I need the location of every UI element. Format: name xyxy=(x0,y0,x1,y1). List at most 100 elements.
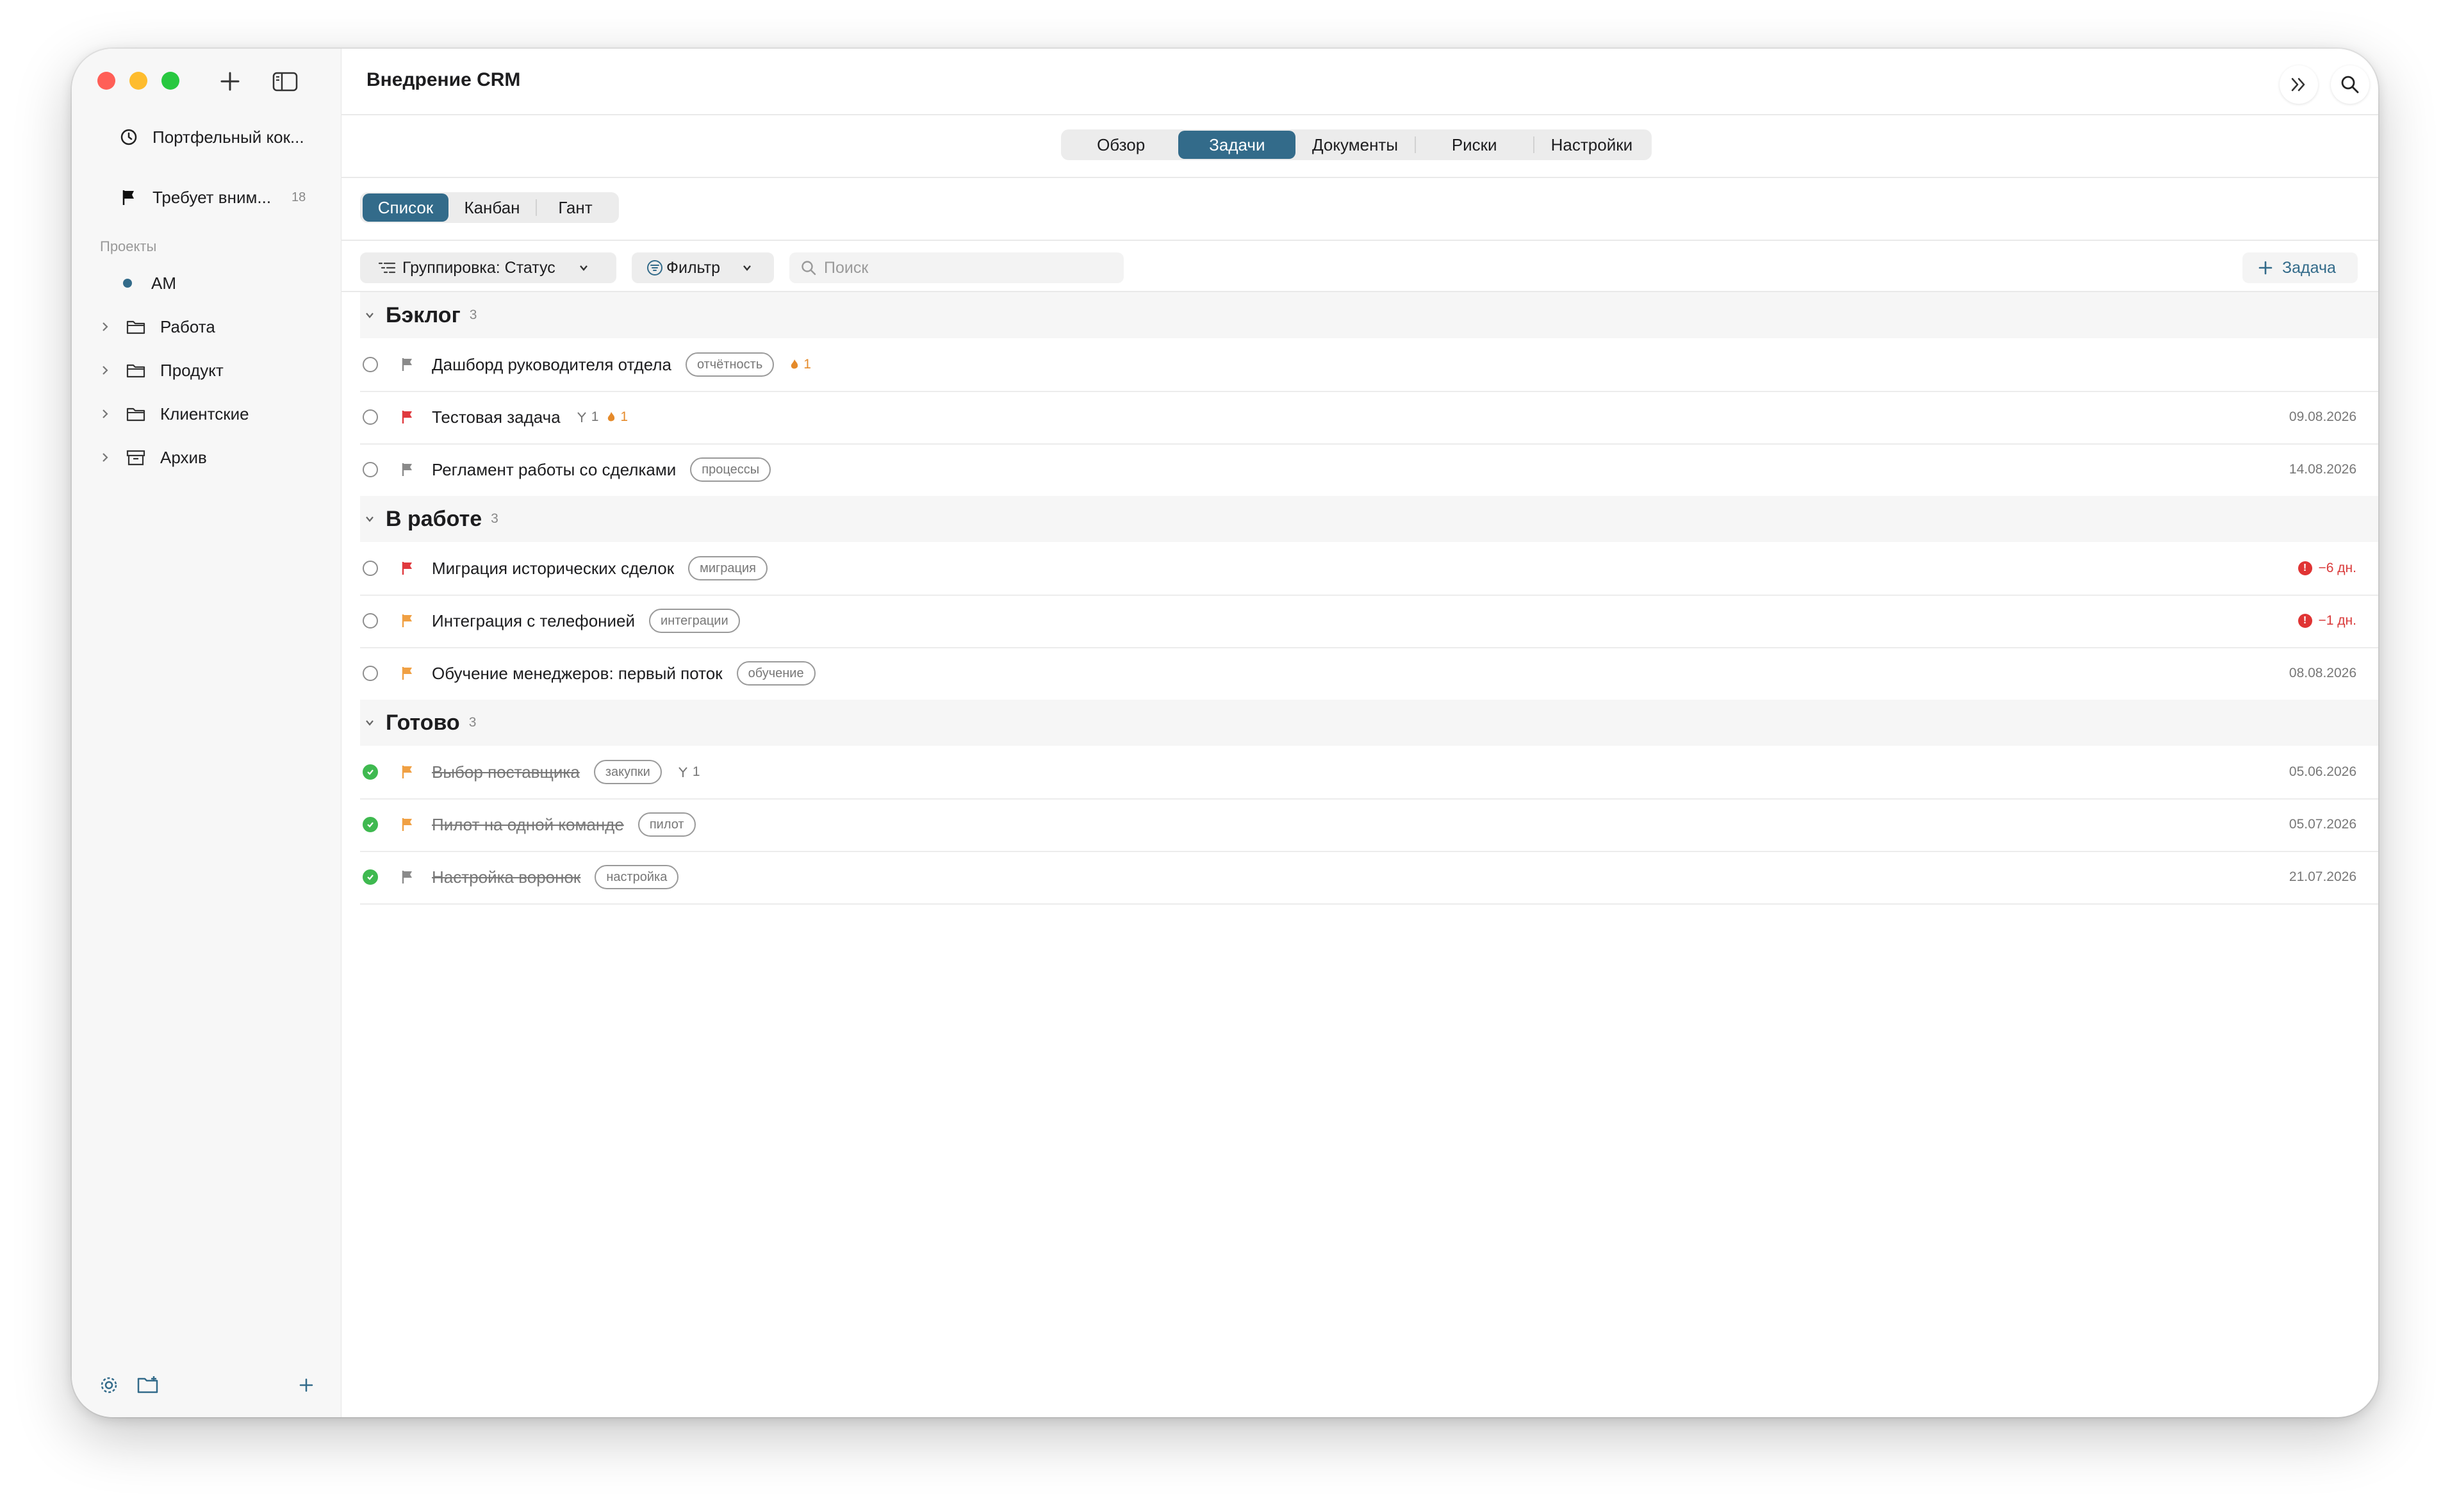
expand-panel-button[interactable] xyxy=(2280,65,2318,104)
task-tag[interactable]: процессы xyxy=(690,457,771,482)
sidebar-folder-product[interactable]: Продукт xyxy=(100,356,224,384)
checkmark-icon xyxy=(367,875,374,880)
task-tag[interactable]: настройка xyxy=(595,865,679,889)
flag-icon[interactable] xyxy=(400,357,415,372)
chevron-down-icon[interactable] xyxy=(360,309,379,322)
task-row[interactable]: Миграция исторических сделок миграция ! −… xyxy=(360,542,2378,596)
chevron-down-icon xyxy=(579,265,588,271)
sidebar-item-attention[interactable]: Требует вним... 18 xyxy=(118,182,306,213)
settings-gear-icon[interactable] xyxy=(97,1374,120,1400)
new-item-button[interactable] xyxy=(215,67,245,96)
task-row[interactable]: Дашборд руководителя отдела отчётность 1 xyxy=(360,338,2378,392)
task-row[interactable]: Интеграция с телефонией интеграции ! −1 д… xyxy=(360,595,2378,648)
chevron-right-icon[interactable] xyxy=(100,451,114,464)
subtasks-indicator: 1 xyxy=(677,764,700,780)
folder-icon xyxy=(126,361,147,380)
flag-icon[interactable] xyxy=(400,817,415,832)
task-row[interactable]: Пилот на одной команде пилот 05.07.2026 xyxy=(360,798,2378,852)
new-folder-icon[interactable] xyxy=(136,1374,161,1400)
chevron-right-icon[interactable] xyxy=(100,407,114,420)
task-checkbox[interactable] xyxy=(363,462,378,477)
task-tag[interactable]: пилот xyxy=(637,812,696,837)
project-label: AM xyxy=(151,273,176,293)
view-gantt[interactable]: Гант xyxy=(537,193,614,222)
grouping-dropdown[interactable]: Группировка: Статус xyxy=(360,252,616,283)
add-task-button[interactable]: Задача xyxy=(2242,252,2358,283)
overdue-text: −6 дн. xyxy=(2318,561,2356,575)
sidebar: Портфельный кок... Требует вним... 18 Пр… xyxy=(72,49,341,1417)
toggle-sidebar-button[interactable] xyxy=(270,67,300,96)
group-header-done[interactable]: Готово 3 xyxy=(360,700,2378,746)
tab-risks[interactable]: Риски xyxy=(1416,131,1533,159)
task-checkbox[interactable] xyxy=(363,409,378,425)
flag-icon xyxy=(118,186,140,208)
view-kanban[interactable]: Канбан xyxy=(448,193,536,222)
chevron-down-icon[interactable] xyxy=(360,513,379,525)
sidebar-folder-work[interactable]: Работа xyxy=(100,313,215,341)
search-icon xyxy=(2341,76,2359,94)
main-content: Внедрение CRM Обзор Задачи Документы Рис… xyxy=(341,49,2378,1417)
flag-icon[interactable] xyxy=(400,869,415,885)
tab-documents[interactable]: Документы xyxy=(1295,131,1414,159)
flag-icon[interactable] xyxy=(400,666,415,681)
sidebar-footer xyxy=(97,1374,318,1399)
filter-dropdown[interactable]: Фильтр xyxy=(632,252,774,283)
task-checkbox[interactable] xyxy=(363,357,378,372)
flag-icon[interactable] xyxy=(400,409,415,425)
group-header-backlog[interactable]: Бэклог 3 xyxy=(360,292,2378,338)
title-divider xyxy=(341,114,2378,115)
task-tag[interactable]: отчётность xyxy=(685,352,775,377)
task-row[interactable]: Выбор поставщика закупки 1 05.06.2026 xyxy=(360,746,2378,800)
tab-label: Документы xyxy=(1312,135,1399,154)
sidebar-project-am[interactable]: AM xyxy=(123,269,176,297)
minimize-window-button[interactable] xyxy=(129,72,147,90)
chevron-down-icon xyxy=(743,265,751,271)
window-controls xyxy=(97,72,179,90)
flag-icon[interactable] xyxy=(400,764,415,780)
task-row[interactable]: Тестовая задача 1 1 09.08.2026 xyxy=(360,391,2378,445)
zoom-window-button[interactable] xyxy=(161,72,179,90)
list-icon xyxy=(378,262,396,274)
sidebar-item-portfolio[interactable]: Портфельный кок... xyxy=(118,122,304,152)
group-header-in-progress[interactable]: В работе 3 xyxy=(360,496,2378,542)
task-tag[interactable]: обучение xyxy=(736,661,816,686)
task-checkbox[interactable] xyxy=(363,666,378,681)
chevron-down-icon[interactable] xyxy=(360,716,379,729)
flag-icon[interactable] xyxy=(400,613,415,629)
task-name: Регламент работы со сделками xyxy=(432,459,677,479)
alert-icon: ! xyxy=(2298,614,2312,628)
view-label: Канбан xyxy=(464,197,520,217)
flag-icon[interactable] xyxy=(400,462,415,477)
view-list[interactable]: Список xyxy=(363,193,448,222)
close-window-button[interactable] xyxy=(97,72,115,90)
task-checkbox-checked[interactable] xyxy=(363,764,378,780)
task-row[interactable]: Регламент работы со сделками процессы 14… xyxy=(360,443,2378,497)
task-checkbox[interactable] xyxy=(363,561,378,576)
global-search-button[interactable] xyxy=(2331,65,2369,104)
view-switcher: Список Канбан Гант xyxy=(360,192,619,223)
chevron-right-icon[interactable] xyxy=(100,364,114,377)
due-date: 21.07.2026 xyxy=(2289,869,2356,884)
sidebar-folder-clients[interactable]: Клиентские xyxy=(100,400,249,428)
tab-settings[interactable]: Настройки xyxy=(1534,131,1649,159)
task-tag[interactable]: миграция xyxy=(688,556,768,580)
subtask-branch-icon xyxy=(577,412,586,422)
task-tag[interactable]: интеграции xyxy=(649,609,740,633)
overdue-text: −1 дн. xyxy=(2318,613,2356,628)
chevron-right-icon[interactable] xyxy=(100,320,114,333)
task-checkbox[interactable] xyxy=(363,613,378,629)
task-tag[interactable]: закупки xyxy=(593,760,662,784)
tab-tasks[interactable]: Задачи xyxy=(1178,131,1296,159)
folder-icon xyxy=(126,317,147,336)
tab-overview[interactable]: Обзор xyxy=(1064,131,1178,159)
add-project-icon[interactable] xyxy=(295,1374,318,1400)
task-row[interactable]: Обучение менеджеров: первый поток обучен… xyxy=(360,647,2378,701)
task-row[interactable]: Настройка воронок настройка 21.07.2026 xyxy=(360,851,2378,905)
task-checkbox-checked[interactable] xyxy=(363,869,378,885)
task-name: Настройка воронок xyxy=(432,867,581,887)
task-search-input[interactable]: Поиск xyxy=(789,252,1124,283)
sidebar-folder-archive[interactable]: Архив xyxy=(100,443,207,472)
alert-icon: ! xyxy=(2298,561,2312,575)
task-checkbox-checked[interactable] xyxy=(363,817,378,832)
flag-icon[interactable] xyxy=(400,561,415,576)
